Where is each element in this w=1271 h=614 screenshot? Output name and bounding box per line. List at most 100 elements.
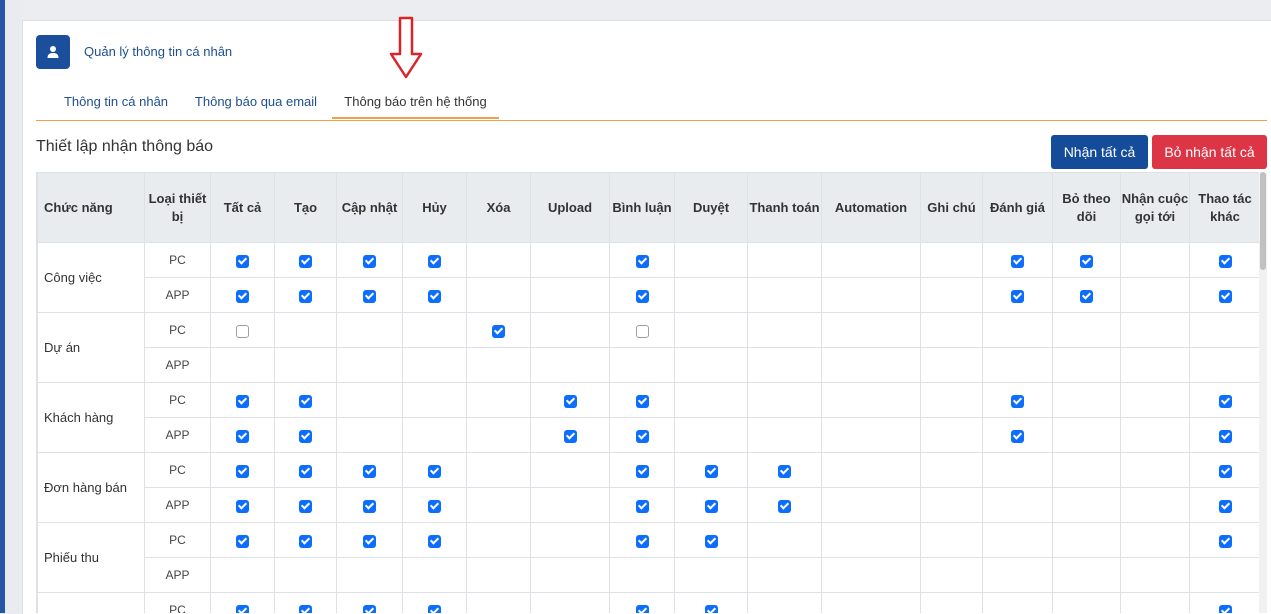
deselect-all-button[interactable]: Bỏ nhận tất cả <box>1152 135 1267 169</box>
checkbox-checked[interactable] <box>363 499 376 513</box>
checkbox-checked[interactable] <box>1218 394 1232 408</box>
checkbox-checked[interactable] <box>1218 254 1232 268</box>
checkbox-checked[interactable] <box>363 289 376 303</box>
permission-cell <box>674 522 748 558</box>
permission-cell <box>821 557 921 593</box>
checkbox-checked[interactable] <box>428 289 441 303</box>
permission-cell <box>210 312 275 348</box>
checkbox-checked[interactable] <box>1080 254 1093 268</box>
checkbox-checked[interactable] <box>428 464 441 478</box>
checkbox-checked[interactable] <box>563 394 577 408</box>
checkbox-checked[interactable] <box>236 254 249 268</box>
checkbox-checked[interactable] <box>236 534 249 548</box>
checkbox-checked[interactable] <box>635 604 649 613</box>
checkbox-checked[interactable] <box>236 499 249 513</box>
table-scrollbar[interactable] <box>1259 172 1267 613</box>
checkbox-checked[interactable] <box>428 499 441 513</box>
permission-cell <box>530 452 610 488</box>
permission-cell <box>1052 557 1121 593</box>
checkbox-checked[interactable] <box>1218 464 1232 478</box>
checkbox-checked[interactable] <box>363 254 376 268</box>
checkbox-checked[interactable] <box>428 254 441 268</box>
checkbox-checked[interactable] <box>1218 289 1232 303</box>
tab-bar: Thông tin cá nhân Thông báo qua email Th… <box>36 88 1267 121</box>
tab-email-notifications[interactable]: Thông báo qua email <box>184 88 328 119</box>
checkbox-checked[interactable] <box>236 394 249 408</box>
permission-cell <box>920 452 983 488</box>
permission-cell <box>336 347 403 383</box>
checkbox-checked[interactable] <box>778 499 791 513</box>
checkbox-checked[interactable] <box>363 534 376 548</box>
checkbox-checked[interactable] <box>1218 534 1232 548</box>
checkbox-checked[interactable] <box>704 464 718 478</box>
permission-cell <box>609 242 675 278</box>
checkbox-checked[interactable] <box>704 499 718 513</box>
checkbox-checked[interactable] <box>299 464 312 478</box>
permission-cell <box>336 417 403 453</box>
permission-cell <box>274 522 337 558</box>
checkbox-checked[interactable] <box>635 394 649 408</box>
permission-cell <box>1189 277 1260 313</box>
checkbox-unchecked[interactable] <box>236 324 249 338</box>
permission-cell <box>821 452 921 488</box>
checkbox-checked[interactable] <box>704 534 718 548</box>
permission-cell <box>1120 452 1190 488</box>
checkbox-checked[interactable] <box>778 464 791 478</box>
checkbox-checked[interactable] <box>236 289 249 303</box>
checkbox-checked[interactable] <box>635 289 649 303</box>
annotation-arrow-icon <box>389 16 423 79</box>
permission-cell <box>609 557 675 593</box>
checkbox-unchecked[interactable] <box>635 324 649 338</box>
tab-system-notifications[interactable]: Thông báo trên hệ thống <box>332 88 499 119</box>
checkbox-checked[interactable] <box>363 604 376 613</box>
checkbox-checked[interactable] <box>299 394 312 408</box>
checkbox-checked[interactable] <box>1011 289 1024 303</box>
checkbox-checked[interactable] <box>428 534 441 548</box>
checkbox-checked[interactable] <box>635 429 649 443</box>
checkbox-checked[interactable] <box>1011 254 1024 268</box>
checkbox-checked[interactable] <box>236 429 249 443</box>
checkbox-checked[interactable] <box>563 429 577 443</box>
checkbox-checked[interactable] <box>1011 429 1024 443</box>
tab-personal-info[interactable]: Thông tin cá nhân <box>52 88 180 119</box>
permission-cell <box>609 417 675 453</box>
checkbox-checked[interactable] <box>1080 289 1093 303</box>
checkbox-checked[interactable] <box>635 254 649 268</box>
permission-cell <box>609 452 675 488</box>
checkbox-checked[interactable] <box>299 254 312 268</box>
checkbox-checked[interactable] <box>635 499 649 513</box>
checkbox-checked[interactable] <box>1218 604 1232 613</box>
checkbox-checked[interactable] <box>428 604 441 613</box>
checkbox-checked[interactable] <box>236 604 249 613</box>
checkbox-checked[interactable] <box>1218 499 1232 513</box>
device-type: APP <box>144 557 211 593</box>
table-row: APP <box>38 347 1260 383</box>
checkbox-checked[interactable] <box>1218 429 1232 443</box>
checkbox-checked[interactable] <box>299 604 312 613</box>
permission-cell <box>747 417 822 453</box>
checkbox-checked[interactable] <box>299 499 312 513</box>
checkbox-checked[interactable] <box>1011 394 1024 408</box>
permission-cell <box>274 487 337 523</box>
permission-cell <box>336 242 403 278</box>
checkbox-checked[interactable] <box>635 464 649 478</box>
scrollbar-thumb[interactable] <box>1260 172 1266 270</box>
checkbox-checked[interactable] <box>236 464 249 478</box>
table-row: APP <box>38 277 1260 313</box>
permission-cell <box>821 487 921 523</box>
checkbox-checked[interactable] <box>299 429 312 443</box>
permission-cell <box>674 312 748 348</box>
checkbox-checked[interactable] <box>363 464 376 478</box>
checkbox-checked[interactable] <box>635 534 649 548</box>
permission-cell <box>920 557 983 593</box>
checkbox-checked[interactable] <box>492 324 505 338</box>
permission-cell <box>1120 522 1190 558</box>
select-all-button[interactable]: Nhận tất cả <box>1051 135 1148 169</box>
checkbox-checked[interactable] <box>704 604 718 613</box>
checkbox-checked[interactable] <box>299 289 312 303</box>
permission-cell <box>530 487 610 523</box>
checkbox-checked[interactable] <box>299 534 312 548</box>
column-header: Ghi chú <box>920 172 983 243</box>
permission-cell <box>466 522 531 558</box>
permission-cell <box>674 382 748 418</box>
